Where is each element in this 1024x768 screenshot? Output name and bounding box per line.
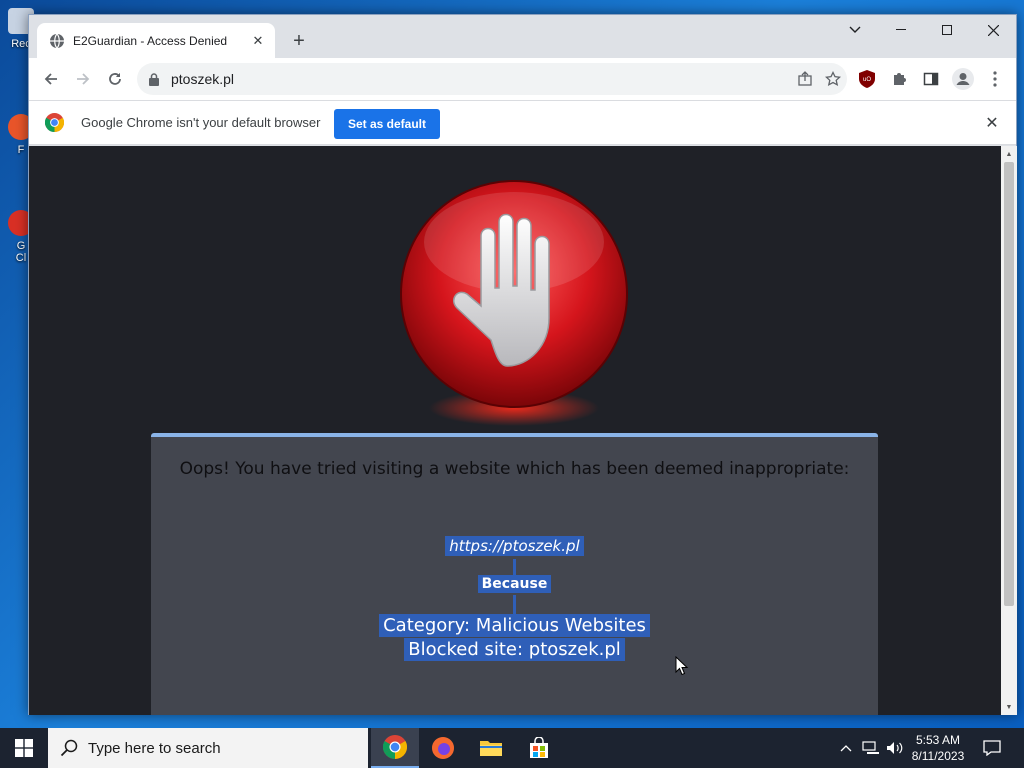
new-tab-button[interactable]: +	[287, 29, 311, 53]
system-clock[interactable]: 5:53 AM 8/11/2023	[900, 732, 976, 764]
block-message-panel: Oops! You have tried visiting a website …	[151, 433, 878, 715]
infobar-close-icon[interactable]: ✕	[982, 113, 1002, 133]
set-as-default-button[interactable]: Set as default	[334, 109, 440, 139]
chrome-icon	[383, 735, 407, 759]
store-bag-icon	[530, 737, 548, 758]
chrome-logo-icon	[44, 113, 65, 133]
tab-active[interactable]: E2Guardian - Access Denied ✕	[37, 23, 275, 58]
maximize-button[interactable]	[924, 15, 970, 45]
taskbar-firefox-app[interactable]	[419, 728, 467, 768]
browser-window: E2Guardian - Access Denied ✕ + ptoszek.p…	[28, 14, 1017, 715]
network-icon[interactable]	[860, 728, 882, 768]
search-icon	[60, 739, 78, 757]
start-button[interactable]	[0, 728, 48, 768]
default-browser-infobar: Google Chrome isn't your default browser…	[29, 100, 1016, 145]
scroll-down-arrow-icon[interactable]: ▼	[1001, 700, 1017, 714]
clock-time: 5:53 AM	[915, 733, 961, 747]
category-line: Category: Malicious Websites	[379, 614, 650, 637]
tab-search-chevron-down-icon[interactable]	[832, 15, 878, 45]
toolbar: ptoszek.pl uO	[29, 58, 1016, 100]
firefox-icon	[432, 737, 454, 759]
bookmark-star-icon[interactable]	[819, 65, 847, 93]
page-viewport: Oops! You have tried visiting a website …	[29, 146, 1001, 715]
profile-avatar-icon[interactable]	[949, 65, 977, 93]
notification-center-icon[interactable]	[978, 728, 1006, 768]
menu-kebab-icon[interactable]	[981, 65, 1009, 93]
taskbar-file-explorer-app[interactable]	[467, 728, 515, 768]
taskbar-search-box[interactable]: Type here to search	[48, 728, 368, 768]
infobar-message: Google Chrome isn't your default browser	[81, 115, 321, 130]
blocked-site-line: Blocked site: ptoszek.pl	[404, 638, 625, 661]
because-label: Because	[151, 575, 878, 593]
close-window-button[interactable]	[970, 15, 1016, 45]
scrollbar-thumb[interactable]	[1004, 162, 1014, 606]
address-bar[interactable]: ptoszek.pl	[137, 63, 847, 95]
stop-hand-icon	[400, 180, 628, 426]
block-reason: Category: Malicious Websites Blocked sit…	[151, 614, 878, 662]
scroll-up-arrow-icon[interactable]: ▲	[1001, 147, 1017, 161]
minimize-button[interactable]	[878, 15, 924, 45]
globe-icon	[49, 33, 65, 49]
svg-text:uO: uO	[863, 77, 871, 83]
taskbar: Type here to search 5:53 AM 8/11/2023	[0, 728, 1024, 768]
tab-strip: E2Guardian - Access Denied ✕ +	[29, 15, 1016, 58]
url-text: ptoszek.pl	[171, 71, 235, 87]
tray-chevron-up-icon[interactable]	[836, 728, 856, 768]
side-panel-icon[interactable]	[917, 65, 945, 93]
reload-button[interactable]	[101, 65, 129, 93]
search-placeholder: Type here to search	[88, 739, 221, 757]
taskbar-microsoft-store-app[interactable]	[515, 728, 563, 768]
block-headline: Oops! You have tried visiting a website …	[179, 459, 850, 479]
back-button[interactable]	[37, 65, 65, 93]
ublock-origin-icon[interactable]: uO	[853, 65, 881, 93]
forward-button[interactable]	[69, 65, 97, 93]
tab-close-icon[interactable]: ✕	[249, 32, 267, 50]
lock-icon[interactable]	[147, 72, 161, 86]
taskbar-chrome-app[interactable]	[371, 728, 419, 768]
share-icon[interactable]	[791, 65, 819, 93]
windows-logo-icon	[15, 739, 33, 757]
folder-icon	[480, 741, 502, 756]
blocked-url-link[interactable]: https://ptoszek.pl	[151, 536, 878, 556]
vertical-scrollbar[interactable]: ▲ ▼	[1001, 146, 1017, 715]
extensions-puzzle-icon[interactable]	[885, 65, 913, 93]
clock-date: 8/11/2023	[911, 749, 965, 763]
mouse-cursor-icon	[675, 656, 689, 676]
tab-title: E2Guardian - Access Denied	[73, 33, 228, 48]
